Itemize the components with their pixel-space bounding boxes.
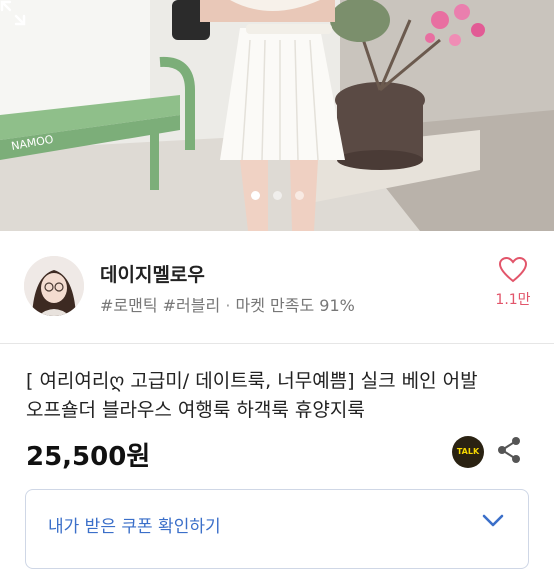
talk-icon: TALK — [456, 447, 480, 456]
coupon-check-button[interactable]: 내가 받은 쿠폰 확인하기 — [25, 489, 529, 569]
heart-icon — [499, 257, 527, 283]
seller-tags[interactable]: #로맨틱 #러블리 — [100, 296, 220, 315]
coupon-label: 내가 받은 쿠폰 확인하기 — [48, 517, 221, 537]
share-icon[interactable] — [496, 436, 522, 464]
seller-meta: #로맨틱 #러블리 · 마켓 만족도 91% — [100, 292, 355, 316]
product-title-line: 오프숄더 블라우스 여행룩 하객룩 휴양지룩 — [26, 399, 365, 421]
talk-chat-button[interactable]: TALK — [452, 436, 484, 468]
product-price: 25,500원 — [26, 442, 151, 472]
like-count: 1.1만 — [495, 292, 531, 308]
carousel-dot[interactable] — [294, 191, 304, 200]
meta-separator: · — [225, 296, 231, 315]
expand-icon[interactable] — [0, 0, 26, 26]
like-button[interactable]: 1.1만 — [494, 257, 532, 309]
chevron-down-icon — [482, 514, 504, 527]
avatar-image — [24, 256, 84, 316]
market-satisfaction: 마켓 만족도 91% — [235, 296, 355, 315]
carousel-dot[interactable] — [272, 191, 282, 200]
seller-row[interactable]: 데이지멜로우 #로맨틱 #러블리 · 마켓 만족도 91% 1.1만 — [0, 231, 554, 343]
seller-avatar[interactable] — [24, 256, 84, 316]
product-title-line: [ 여리여리ღ 고급미/ 데이트룩, 너무예쁨] 실크 베인 어발 — [26, 370, 478, 392]
section-divider — [0, 343, 554, 344]
product-photo-carousel[interactable]: NAMOO — [0, 0, 554, 231]
carousel-dot[interactable] — [250, 191, 260, 200]
seller-name[interactable]: 데이지멜로우 — [100, 260, 205, 287]
product-title: [ 여리여리ღ 고급미/ 데이트룩, 너무예쁨] 실크 베인 어발 오프숄더 블… — [26, 367, 536, 425]
carousel-dots — [0, 191, 554, 200]
